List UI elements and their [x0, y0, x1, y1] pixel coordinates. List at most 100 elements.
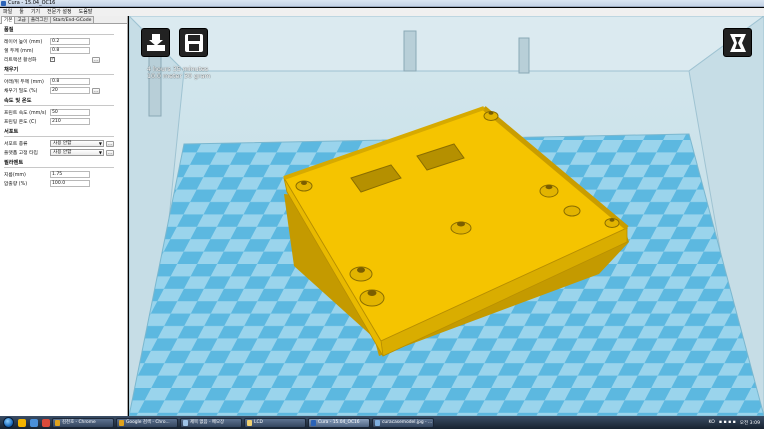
- layer-height-input[interactable]: 0.2: [50, 38, 90, 45]
- row-diameter: 지름(mm) 1.75: [4, 170, 123, 179]
- section-filament: 필라멘트 지름(mm) 1.75 압출량 (%) 100.0: [0, 157, 127, 188]
- row-retraction: 리트랙션 활성화 ✓ ...: [4, 55, 123, 64]
- print-temperature-input[interactable]: 210: [50, 118, 90, 125]
- load-model-button[interactable]: [141, 28, 170, 57]
- print-material-text: 10.0 meter 30 gram: [147, 73, 211, 80]
- quicklaunch-media-icon[interactable]: [42, 418, 50, 427]
- section-speed: 속도 및 온도 프린트 속도 (mm/s) 50 프린팅 온도 (C) 210: [0, 95, 127, 126]
- taskbar-item-chrome-2[interactable]: Google 검색 - Chro...: [116, 417, 178, 428]
- support-type-value: 사용 안함: [53, 141, 72, 146]
- taskbar: 김천호 - Chrome Google 검색 - Chro... 제목 없음 -…: [0, 416, 764, 429]
- divider: [4, 167, 114, 168]
- quicklaunch-ie-icon[interactable]: [30, 418, 38, 427]
- section-fill: 채우기 아래/위 두께 (mm) 0.8 채우기 밀도 (%) 20 ...: [0, 64, 127, 95]
- cura-icon: [311, 419, 316, 426]
- retraction-checkbox[interactable]: ✓: [50, 57, 55, 62]
- scene: [129, 16, 764, 416]
- frame-post: [403, 30, 417, 72]
- tab-basic[interactable]: 기본: [1, 16, 16, 24]
- platform-adhesion-select[interactable]: 사용 안함 ▼: [50, 149, 104, 156]
- row-print-temp: 프린팅 온도 (C) 210: [4, 117, 123, 126]
- taskbar-item-notepad[interactable]: 제목 없음 - 메모장: [180, 417, 242, 428]
- start-button[interactable]: [3, 417, 14, 428]
- section-title-quality: 품질: [4, 27, 14, 33]
- row-adhesion: 플랫폼 고정 타입 사용 안함 ▼ ...: [4, 148, 123, 157]
- settings-panel: 기본 고급 플러그인 Start/End-GCode 품질 레이어 높이 (mm…: [0, 16, 128, 416]
- quicklaunch-folder-icon[interactable]: [18, 418, 26, 427]
- build-volume-top: [129, 16, 764, 72]
- taskbar-item-image-viewer[interactable]: curacasemodel.jpg - ...: [372, 417, 434, 428]
- row-bottom-top: 아래/위 두께 (mm) 0.8: [4, 77, 123, 86]
- divider: [4, 136, 114, 137]
- tab-start-end-gcode[interactable]: Start/End-GCode: [49, 16, 95, 23]
- flow-input[interactable]: 100.0: [50, 180, 90, 187]
- print-estimate: 4 hours 35 minutes 10.0 meter 30 gram: [147, 66, 211, 80]
- row-fill-density: 채우기 밀도 (%) 20 ...: [4, 86, 123, 95]
- row-support-type: 서포트 종류 사용 안함 ▼ ...: [4, 139, 123, 148]
- task-label: 제목 없음 - 메모장: [190, 419, 225, 425]
- frame-post: [518, 37, 530, 74]
- 3d-viewport[interactable]: 4 hours 35 minutes 10.0 meter 30 gram: [129, 16, 764, 416]
- platform-adhesion-value: 사용 안함: [53, 150, 72, 155]
- tab-plugins[interactable]: 플러그인: [27, 16, 51, 23]
- row-shell: 쉘 두께 (mm) 0.8: [4, 46, 123, 55]
- menu-help[interactable]: 도움말: [79, 8, 93, 16]
- load-icon: [146, 33, 165, 51]
- system-tray: KO ▪ ▪ ▪ ▪ 오전 3:09: [701, 416, 764, 429]
- view-mode-button[interactable]: [723, 28, 752, 57]
- support-type-select[interactable]: 사용 안함 ▼: [50, 140, 104, 147]
- label-support-type: 서포트 종류: [4, 142, 28, 147]
- print-time-text: 4 hours 35 minutes: [147, 66, 209, 73]
- row-print-speed: 프린트 속도 (mm/s) 50: [4, 108, 123, 117]
- task-label: Google 검색 - Chro...: [126, 419, 170, 425]
- row-layer-height: 레이어 높이 (mm) 0.2: [4, 37, 123, 46]
- chrome-icon: [119, 419, 124, 426]
- section-title-fill: 채우기: [4, 67, 19, 73]
- support-settings-button[interactable]: ...: [106, 140, 114, 147]
- chrome-icon: [55, 419, 60, 426]
- taskbar-item-lcd[interactable]: LCD: [244, 417, 306, 428]
- shell-thickness-input[interactable]: 0.8: [50, 47, 90, 54]
- print-speed-input[interactable]: 50: [50, 109, 90, 116]
- fill-density-input[interactable]: 20: [50, 87, 90, 94]
- settings-tabs: 기본 고급 플러그인 Start/End-GCode: [0, 16, 127, 24]
- menu-bar: 파일 툴 기기 전문가 설정 도움말: [0, 8, 764, 16]
- frame-post: [148, 55, 162, 117]
- label-layer-height: 레이어 높이 (mm): [4, 40, 43, 45]
- label-bottom-top-thickness: 아래/위 두께 (mm): [4, 80, 44, 85]
- row-flow: 압출량 (%) 100.0: [4, 179, 123, 188]
- clock[interactable]: 오전 3:09: [740, 420, 760, 426]
- tab-advanced[interactable]: 고급: [14, 16, 29, 23]
- divider: [4, 34, 114, 35]
- cura-app-icon: [1, 1, 6, 6]
- tray-icons[interactable]: ▪ ▪ ▪ ▪: [719, 420, 736, 425]
- section-support: 서포트 서포트 종류 사용 안함 ▼ ... 플랫폼 고정 타입 사용 안함 ▼ .…: [0, 126, 127, 157]
- fill-density-settings-button[interactable]: ...: [92, 87, 100, 94]
- filament-diameter-input[interactable]: 1.75: [50, 171, 90, 178]
- window-title: Cura - 15.04_OC16: [8, 0, 56, 6]
- label-print-speed: 프린트 속도 (mm/s): [4, 111, 47, 116]
- taskbar-item-chrome-1[interactable]: 김천호 - Chrome: [52, 417, 114, 428]
- taskbar-item-cura[interactable]: Cura - 15.04_OC16: [308, 417, 370, 428]
- divider: [4, 74, 114, 75]
- label-filament-diameter: 지름(mm): [4, 173, 26, 178]
- language-indicator[interactable]: KO: [709, 420, 715, 425]
- menu-expert[interactable]: 전문가 설정: [47, 8, 72, 16]
- divider: [4, 105, 114, 106]
- save-icon: [184, 33, 203, 52]
- folder-icon: [247, 419, 252, 426]
- label-platform-adhesion: 플랫폼 고정 타입: [4, 151, 38, 156]
- menu-tools[interactable]: 툴: [19, 8, 24, 16]
- adhesion-settings-button[interactable]: ...: [106, 149, 114, 156]
- bottom-top-thickness-input[interactable]: 0.8: [50, 78, 90, 85]
- chevron-down-icon: ▼: [98, 150, 102, 155]
- retraction-settings-button[interactable]: ...: [92, 56, 100, 63]
- menu-machine[interactable]: 기기: [31, 8, 40, 16]
- save-gcode-button[interactable]: [179, 28, 208, 57]
- menu-file[interactable]: 파일: [3, 8, 12, 16]
- label-retraction: 리트랙션 활성화: [4, 58, 37, 63]
- section-title-speed: 속도 및 온도: [4, 98, 32, 104]
- label-shell-thickness: 쉘 두께 (mm): [4, 49, 34, 54]
- label-flow: 압출량 (%): [4, 182, 28, 187]
- notepad-icon: [183, 419, 188, 426]
